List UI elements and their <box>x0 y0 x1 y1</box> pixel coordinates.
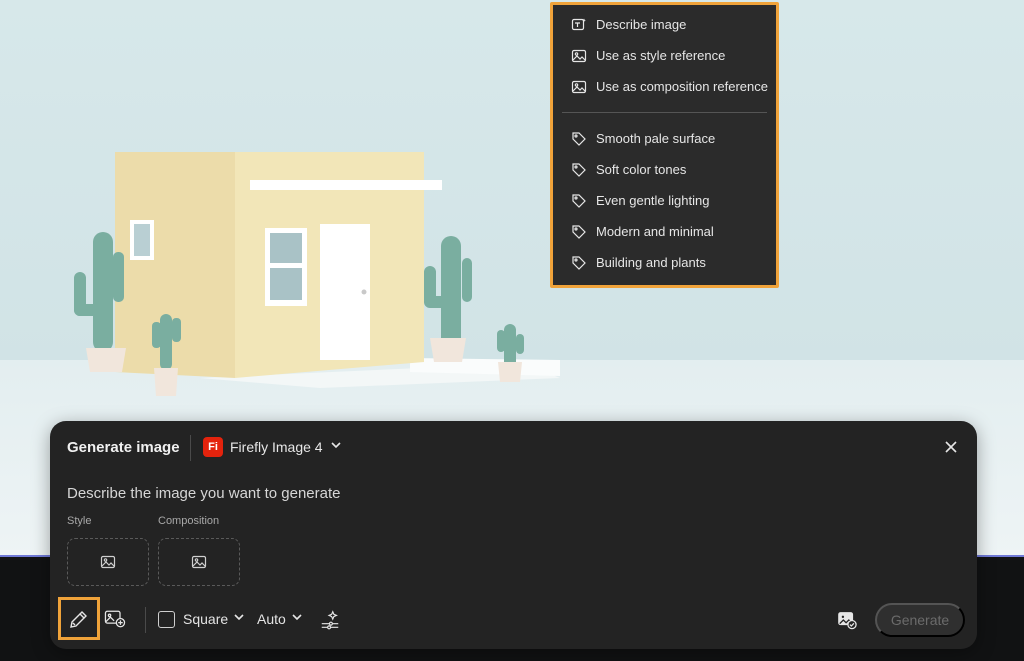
eyedropper-icon <box>70 610 87 628</box>
describe-image-icon <box>570 16 588 34</box>
composition-reference-slot[interactable] <box>158 538 240 586</box>
generate-button[interactable]: Generate <box>875 603 965 637</box>
divider <box>190 435 191 461</box>
generate-image-panel: Generate image Fi Firefly Image 4 Style … <box>50 421 977 649</box>
menu-divider <box>562 112 767 113</box>
menu-item-label: Soft color tones <box>596 162 687 177</box>
model-label: Firefly Image 4 <box>230 439 323 455</box>
tag-icon <box>570 254 588 272</box>
prompt-input[interactable] <box>67 481 927 505</box>
menu-item-tag[interactable]: Smooth pale surface <box>553 123 776 154</box>
menu-item-composition-reference[interactable]: Use as composition reference <box>553 71 776 102</box>
tag-icon <box>570 223 588 241</box>
menu-item-label: Use as composition reference <box>596 79 768 94</box>
add-image-icon <box>104 610 126 628</box>
menu-item-label: Use as style reference <box>596 48 726 63</box>
chevron-down-icon <box>233 610 245 628</box>
chevron-down-icon <box>330 438 342 456</box>
aspect-ratio-checkbox[interactable] <box>158 611 175 628</box>
tag-icon <box>570 130 588 148</box>
content-type-dropdown[interactable]: Auto <box>257 610 303 628</box>
menu-item-label: Even gentle lighting <box>596 193 710 208</box>
image-check-icon <box>838 612 857 630</box>
menu-item-label: Modern and minimal <box>596 224 714 239</box>
menu-item-tag[interactable]: Building and plants <box>553 247 776 278</box>
image-context-menu: Describe image Use as style reference Us… <box>550 2 779 288</box>
aspect-ratio-dropdown[interactable]: Square <box>183 610 245 628</box>
close-button[interactable] <box>943 439 959 455</box>
composition-label: Composition <box>158 515 220 527</box>
image-icon <box>191 555 207 569</box>
content-type-label: Auto <box>257 611 286 627</box>
menu-item-describe-image[interactable]: Describe image <box>553 9 776 40</box>
menu-item-label: Describe image <box>596 17 687 32</box>
add-image-button[interactable] <box>103 608 127 630</box>
menu-item-label: Smooth pale surface <box>596 131 716 146</box>
firefly-logo-icon: Fi <box>203 437 223 457</box>
effects-icon <box>321 610 339 630</box>
menu-item-tag[interactable]: Modern and minimal <box>553 216 776 247</box>
menu-item-style-reference[interactable]: Use as style reference <box>553 40 776 71</box>
style-label: Style <box>67 515 92 527</box>
eyedropper-button[interactable] <box>58 597 100 640</box>
menu-item-tag[interactable]: Even gentle lighting <box>553 185 776 216</box>
model-picker[interactable]: Fi Firefly Image 4 <box>203 437 342 457</box>
image-icon <box>100 555 116 569</box>
image-icon <box>570 78 588 96</box>
aspect-ratio-label: Square <box>183 611 229 627</box>
panel-title: Generate image <box>67 439 180 456</box>
style-reference-slot[interactable] <box>67 538 149 586</box>
menu-item-label: Building and plants <box>596 255 706 270</box>
image-settings-button[interactable] <box>836 609 858 631</box>
close-icon <box>945 441 957 453</box>
tag-icon <box>570 161 588 179</box>
menu-item-tag[interactable]: Soft color tones <box>553 154 776 185</box>
toolbar-divider <box>145 607 146 633</box>
chevron-down-icon <box>291 610 303 628</box>
image-icon <box>570 47 588 65</box>
effects-button[interactable] <box>318 608 342 632</box>
tag-icon <box>570 192 588 210</box>
